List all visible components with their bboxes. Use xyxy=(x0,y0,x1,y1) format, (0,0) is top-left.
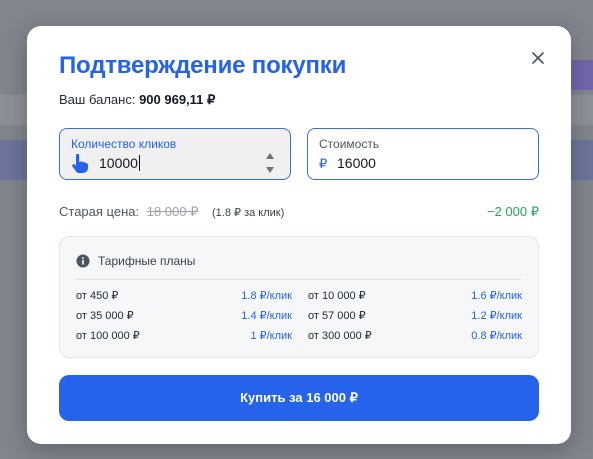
old-price-label: Старая цена: xyxy=(59,204,140,219)
quantity-field[interactable]: Количество кликов 10000 xyxy=(59,128,291,180)
modal-title: Подтверждение покупки xyxy=(59,52,347,79)
ruble-icon: ₽ xyxy=(319,156,328,171)
plan-rate: 1 ₽/клик xyxy=(250,330,292,342)
cost-field[interactable]: Стоимость ₽ 16000 xyxy=(307,128,539,180)
plan-rate: 1.8 ₽/клик xyxy=(241,290,292,302)
purchase-confirmation-modal: Подтверждение покупки Ваш баланс: 900 96… xyxy=(27,26,571,444)
quantity-label: Количество кликов xyxy=(71,137,177,151)
text-caret xyxy=(138,155,140,171)
buy-button[interactable]: Купить за 16 000 ₽ xyxy=(59,375,539,421)
tariff-plans-header: Тарифные планы xyxy=(76,254,195,268)
old-price-line: Старая цена: 18 000 ₽ (1.8 ₽ за клик) xyxy=(59,204,284,220)
plan-threshold: от 450 ₽ xyxy=(76,290,119,302)
discount-amount: −2 000 ₽ xyxy=(486,204,539,219)
plan-rate: 1.6 ₽/клик xyxy=(471,290,522,302)
hand-pointer-icon xyxy=(72,154,89,173)
cost-label: Стоимость xyxy=(319,137,380,151)
plan-threshold: от 100 000 ₽ xyxy=(76,330,140,342)
tariff-plans-panel: Тарифные планы от 450 ₽ 1.8 ₽/клик от 10… xyxy=(59,236,539,358)
quantity-value[interactable]: 10000 xyxy=(99,155,140,171)
decrement-arrow-icon[interactable] xyxy=(266,167,274,173)
old-price-per-click: (1.8 ₽ за клик) xyxy=(212,207,285,219)
info-icon xyxy=(76,254,90,268)
quantity-stepper[interactable] xyxy=(264,149,276,177)
divider xyxy=(76,279,522,280)
increment-arrow-icon[interactable] xyxy=(266,153,274,159)
balance-label: Ваш баланс: xyxy=(59,92,136,107)
plan-threshold: от 300 000 ₽ xyxy=(308,330,372,342)
close-icon xyxy=(532,52,544,64)
plan-rate: 0.8 ₽/клик xyxy=(471,330,522,342)
plan-rate: 1.2 ₽/клик xyxy=(471,310,522,322)
balance-line: Ваш баланс: 900 969,11 ₽ xyxy=(59,92,215,108)
balance-value: 900 969,11 ₽ xyxy=(139,92,216,107)
plan-rate: 1.4 ₽/клик xyxy=(241,310,292,322)
plan-threshold: от 10 000 ₽ xyxy=(308,290,366,302)
plan-threshold: от 35 000 ₽ xyxy=(76,310,134,322)
old-price-value: 18 000 ₽ xyxy=(146,204,199,219)
cost-value[interactable]: 16000 xyxy=(337,155,376,171)
tariff-plans-title: Тарифные планы xyxy=(98,254,196,268)
close-button[interactable] xyxy=(527,47,549,69)
plan-threshold: от 57 000 ₽ xyxy=(308,310,366,322)
